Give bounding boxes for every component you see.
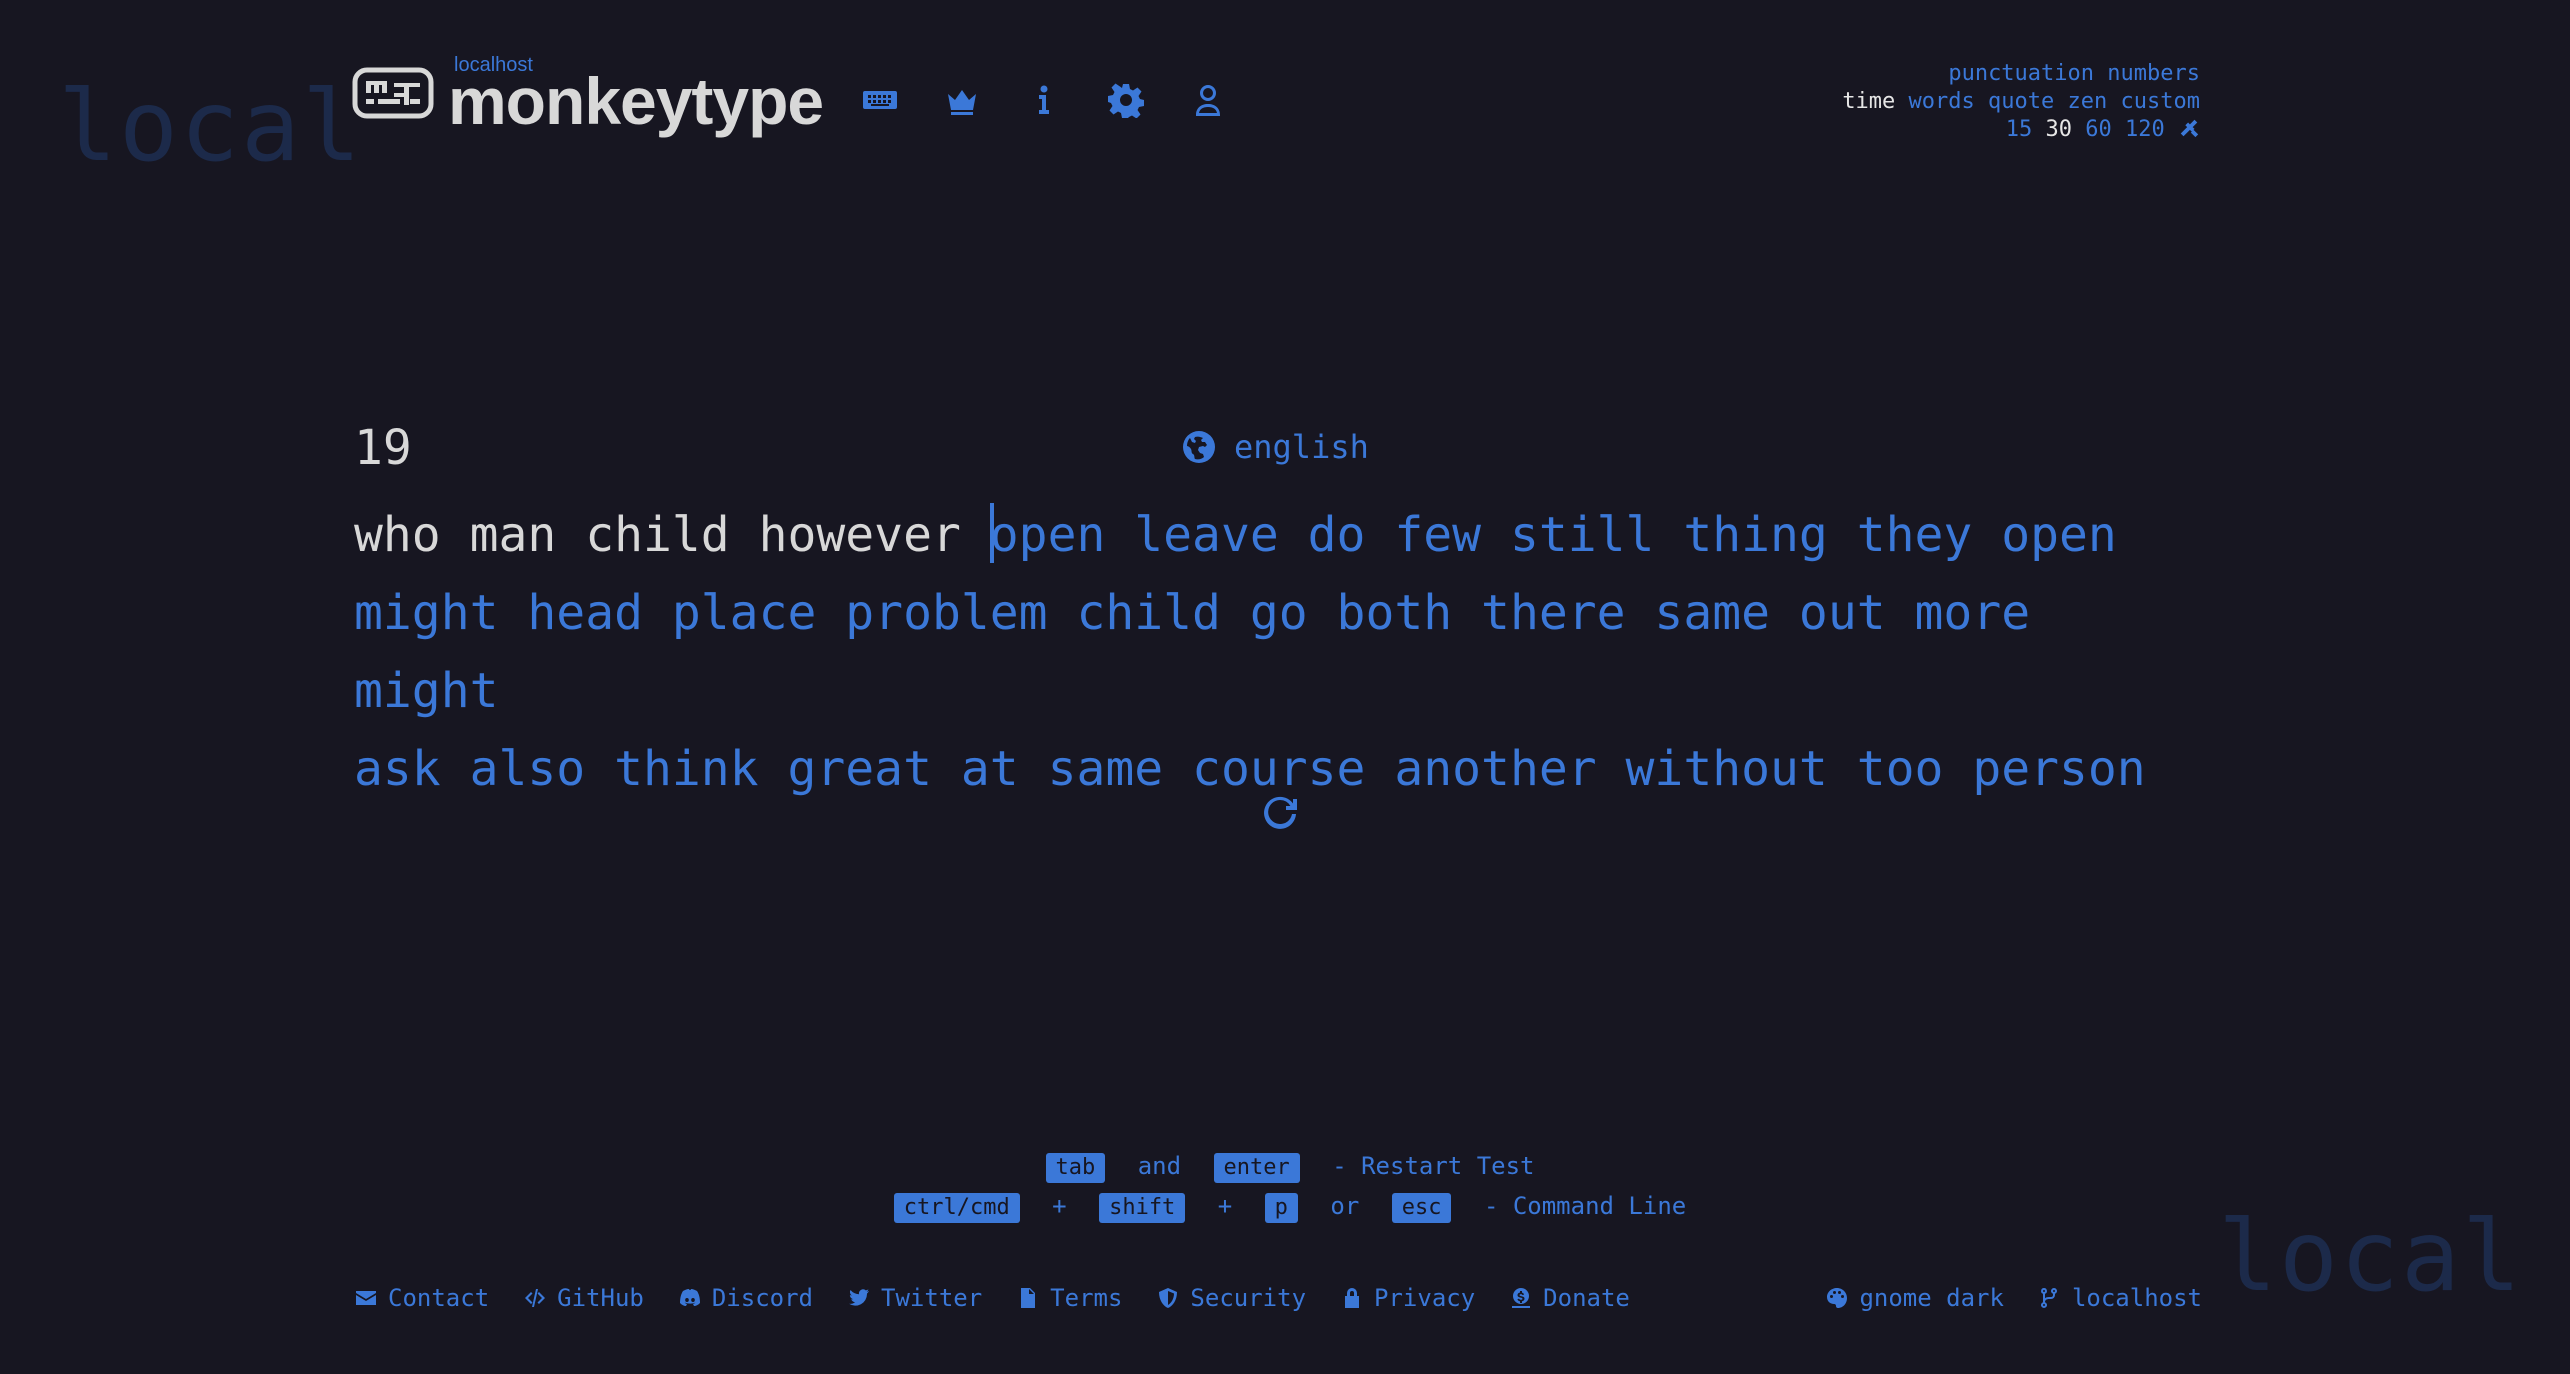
keyboard-logo-icon <box>352 67 434 119</box>
key-esc: esc <box>1391 1193 1452 1223</box>
words-area[interactable]: who man child however open leave do few … <box>354 496 2154 808</box>
globe-icon <box>1183 431 1215 463</box>
restart-icon <box>1264 796 1297 829</box>
hint-plus: + <box>1052 1192 1067 1220</box>
hint-and: and <box>1137 1152 1182 1180</box>
palette-icon <box>1827 1288 1848 1308</box>
footer-link-contact[interactable]: Contact <box>354 1284 489 1312</box>
version-label: localhost <box>2071 1284 2202 1312</box>
restart-button[interactable] <box>1262 794 1298 830</box>
lock-icon <box>1345 1288 1360 1308</box>
envelope-icon <box>356 1291 376 1305</box>
footer-link-donate[interactable]: Donate <box>1509 1284 1630 1312</box>
footer-link-label: Contact <box>388 1284 490 1312</box>
footer-link-label: Twitter <box>881 1284 983 1312</box>
config-toggles-row: punctuation numbers <box>1842 60 2200 88</box>
wrench-icon[interactable] <box>2178 117 2200 139</box>
code-icon <box>525 1289 546 1307</box>
code-branch-icon <box>2040 1287 2057 1309</box>
punctuation-toggle[interactable]: punctuation <box>1948 61 2094 86</box>
key-enter: enter <box>1213 1153 1300 1183</box>
numbers-toggle[interactable]: numbers <box>2107 61 2200 86</box>
key-ctrl-cmd: ctrl/cmd <box>893 1193 1020 1223</box>
footer: Contact GitHub Discord Twitter Terms Sec… <box>354 1284 2202 1312</box>
footer-right: gnome dark localhost <box>1825 1284 2202 1312</box>
language-button[interactable]: english <box>1182 428 1369 466</box>
language-label: english <box>1234 428 1369 466</box>
footer-link-label: Terms <box>1050 1284 1123 1312</box>
footer-links: Contact GitHub Discord Twitter Terms Sec… <box>354 1284 1630 1312</box>
key-shift: shift <box>1099 1193 1186 1223</box>
mode-zen[interactable]: zen <box>2068 89 2108 114</box>
footer-link-label: Donate <box>1543 1284 1630 1312</box>
hint-command-line: ctrl/cmd + shift + p or esc - Command Li… <box>0 1186 2570 1226</box>
crown-icon[interactable] <box>942 80 982 120</box>
key-p: p <box>1264 1193 1298 1223</box>
logo-subtitle: localhost <box>454 54 533 76</box>
time-15[interactable]: 15 <box>2006 117 2033 142</box>
page: local local localhost monkeytype punctua… <box>0 0 2570 1374</box>
footer-link-twitter[interactable]: Twitter <box>847 1284 982 1312</box>
logo[interactable]: localhost monkeytype <box>352 52 824 134</box>
test-config: punctuation numbers time words quote zen… <box>1842 60 2200 144</box>
footer-link-terms[interactable]: Terms <box>1016 1284 1122 1312</box>
footer-link-label: GitHub <box>557 1284 644 1312</box>
footer-link-github[interactable]: GitHub <box>523 1284 644 1312</box>
document-icon <box>1021 1288 1036 1308</box>
hint-command-line-text: - Command Line <box>1483 1192 1687 1220</box>
key-tab: tab <box>1045 1153 1106 1183</box>
mode-quote[interactable]: quote <box>1988 89 2054 114</box>
words-line-2: might head place problem child go both t… <box>354 585 2031 719</box>
timer-counter: 19 <box>354 420 412 476</box>
theme-label: gnome dark <box>1859 1284 2004 1312</box>
hint-restart-text: - Restart Test <box>1332 1152 1535 1180</box>
footer-link-privacy[interactable]: Privacy <box>1340 1284 1475 1312</box>
mode-words[interactable]: words <box>1909 89 1975 114</box>
theme-button[interactable]: gnome dark <box>1825 1284 2004 1312</box>
gear-icon[interactable] <box>1106 80 1146 120</box>
time-120[interactable]: 120 <box>2125 117 2165 142</box>
shield-icon <box>1159 1288 1178 1308</box>
info-icon[interactable] <box>1024 80 1064 120</box>
keyboard-hints: tab and enter - Restart Test ctrl/cmd + … <box>0 1146 2570 1226</box>
watermark-top: local <box>58 70 364 184</box>
words-line-3: ask also think great at same course anot… <box>354 741 2146 797</box>
hint-or: or <box>1330 1192 1360 1220</box>
words-line-1: who man child however open leave do few … <box>354 496 2154 574</box>
upcoming-words-line-1: open leave do few still thing they open <box>989 507 2117 563</box>
twitter-icon <box>849 1289 870 1306</box>
footer-link-label: Discord <box>711 1284 814 1312</box>
footer-link-discord[interactable]: Discord <box>678 1284 813 1312</box>
donate-icon <box>1512 1288 1531 1308</box>
time-30[interactable]: 30 <box>2046 117 2073 142</box>
version-button[interactable]: localhost <box>2038 1284 2202 1312</box>
typed-words: who man child however <box>354 507 990 563</box>
hint-restart: tab and enter - Restart Test <box>0 1146 2570 1186</box>
config-modes-row: time words quote zen custom <box>1842 88 2200 116</box>
footer-link-label: Security <box>1190 1284 1307 1312</box>
mode-custom[interactable]: custom <box>2121 89 2200 114</box>
footer-link-security[interactable]: Security <box>1156 1284 1306 1312</box>
discord-icon <box>679 1289 700 1306</box>
hint-plus: + <box>1217 1192 1233 1220</box>
time-60[interactable]: 60 <box>2085 117 2112 142</box>
mode-time[interactable]: time <box>1842 89 1895 114</box>
footer-link-label: Privacy <box>1374 1284 1476 1312</box>
top-nav <box>860 80 1228 120</box>
config-times-row: 15 30 60 120 <box>1842 116 2200 144</box>
keyboard-icon[interactable] <box>860 80 900 120</box>
user-icon[interactable] <box>1188 80 1228 120</box>
